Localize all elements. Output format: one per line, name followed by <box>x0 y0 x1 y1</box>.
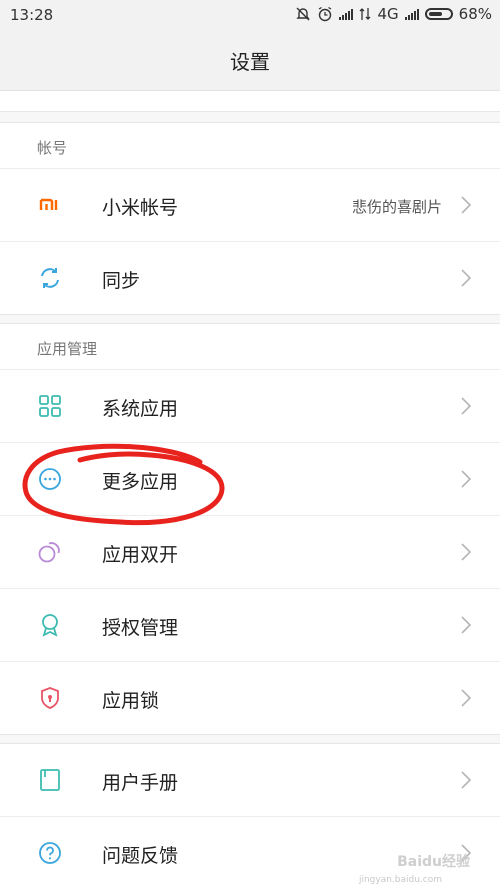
settings-item-sync[interactable]: 同步 <box>0 242 500 314</box>
signal-icon <box>404 8 419 20</box>
settings-item-system-apps[interactable]: 系统应用 <box>0 370 500 443</box>
watermark-logo: Baidu经验 <box>397 854 470 870</box>
chevron-right-icon <box>461 543 472 561</box>
item-label: 系统应用 <box>102 398 179 420</box>
item-label: 问题反馈 <box>102 845 179 867</box>
account-name-value: 悲伤的喜剧片 <box>351 198 442 216</box>
page-title: 设置 <box>230 49 270 74</box>
settings-item-dual-apps[interactable]: 应用双开 <box>0 516 500 589</box>
alarm-icon <box>319 6 332 22</box>
chevron-right-icon <box>461 269 472 287</box>
sync-icon <box>41 268 59 288</box>
chevron-right-icon <box>461 616 472 634</box>
status-bar: 13:28 4G 68% <box>0 0 500 30</box>
dual-app-icon <box>38 542 60 563</box>
section-title-apps: 应用管理 <box>0 324 500 370</box>
item-label: 应用锁 <box>102 690 160 712</box>
data-transfer-icon <box>360 8 371 20</box>
item-label: 应用双开 <box>102 544 179 566</box>
chevron-right-icon <box>461 771 472 789</box>
top-spacer <box>0 91 500 112</box>
manual-icon <box>40 769 60 791</box>
settings-item-permissions[interactable]: 授权管理 <box>0 589 500 662</box>
watermark-url: jingyan.baidu.com <box>358 875 442 885</box>
mi-logo-icon <box>39 198 58 210</box>
settings-item-mi-account[interactable]: 小米帐号 悲伤的喜剧片 <box>0 169 500 242</box>
more-dots-icon <box>39 468 61 490</box>
item-label: 同步 <box>102 270 141 292</box>
chevron-right-icon <box>461 470 472 488</box>
item-label: 授权管理 <box>102 617 179 639</box>
item-label: 用户手册 <box>102 772 179 794</box>
shield-lock-icon <box>41 687 59 709</box>
account-section: 帐号 小米帐号 悲伤的喜剧片 同步 <box>0 122 500 315</box>
settings-item-app-lock[interactable]: 应用锁 <box>0 662 500 734</box>
chevron-right-icon <box>461 397 472 415</box>
permission-badge-icon <box>42 614 58 637</box>
apps-section: 应用管理 系统应用 更多应用 应用双开 授权管理 应用锁 <box>0 323 500 735</box>
network-type: 4G <box>377 5 399 23</box>
header: 设置 <box>0 30 500 91</box>
help-icon <box>39 842 61 864</box>
battery-percent: 68% <box>458 5 492 23</box>
grid-icon <box>39 395 61 417</box>
settings-item-more-apps[interactable]: 更多应用 <box>0 443 500 516</box>
item-label: 更多应用 <box>102 471 179 493</box>
mute-bell-icon <box>296 7 311 21</box>
chevron-right-icon <box>461 196 472 214</box>
settings-item-user-manual[interactable]: 用户手册 <box>0 744 500 817</box>
status-time: 13:28 <box>10 6 54 24</box>
battery-icon <box>424 8 453 20</box>
chevron-right-icon <box>461 689 472 707</box>
section-title-account: 帐号 <box>0 123 500 169</box>
signal-icon <box>339 8 354 20</box>
status-icons: 4G 68% <box>295 5 492 23</box>
item-label: 小米帐号 <box>102 197 179 219</box>
